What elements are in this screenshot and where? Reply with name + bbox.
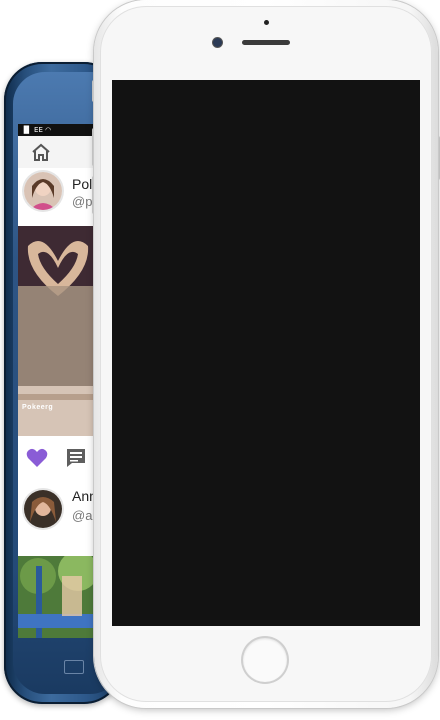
feed-post: Ann @a [18,480,98,540]
post-image[interactable]: Pokeerg [18,226,98,436]
avatar[interactable] [24,490,62,528]
post-author-handle: @a [72,508,93,523]
home-button[interactable] [243,638,287,682]
proximity-sensor [264,20,269,25]
front-phone-screen [112,80,420,626]
avatar[interactable] [24,172,62,210]
heart-icon[interactable] [26,448,48,468]
avatar-image [24,490,62,528]
recent-apps-icon[interactable] [64,660,84,674]
post-image[interactable] [18,556,98,638]
post-photo [18,556,98,638]
comment-icon[interactable] [66,448,86,468]
front-camera-icon [213,38,222,47]
back-phone-screen: ▐▌ EE ◠ Pol @p Pokeerg Ann @a [18,124,98,638]
earpiece-speaker [242,40,290,45]
signal-icon: ▐▌ [21,126,32,134]
app-header [18,136,98,169]
avatar-image [24,172,62,210]
wifi-icon: ◠ [45,126,52,134]
feed-post: Pol @p [18,168,98,227]
carrier-label: EE [34,126,43,134]
home-icon[interactable] [30,142,52,162]
status-bar: ▐▌ EE ◠ [18,124,98,136]
post-author-handle: @p [72,194,93,209]
post-author-name[interactable]: Pol [72,176,92,192]
watermark-text: Pokeerg [22,404,54,411]
post-actions [18,436,98,481]
